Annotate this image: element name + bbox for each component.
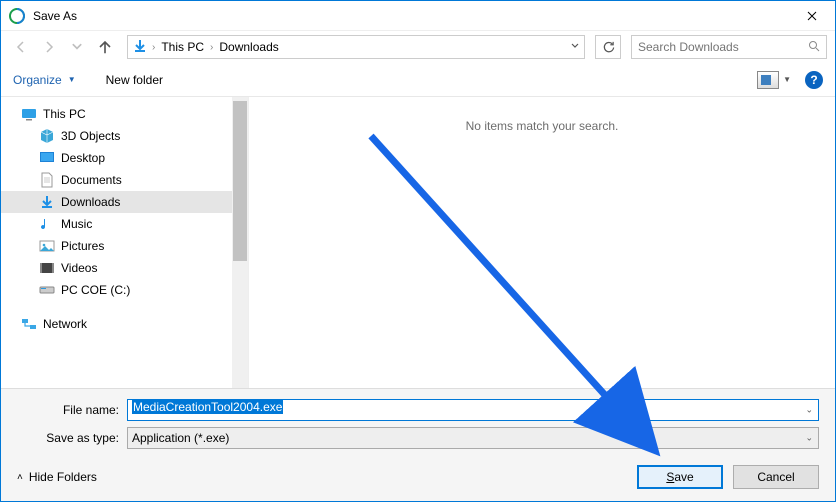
help-button[interactable]: ? xyxy=(805,71,823,89)
empty-message: No items match your search. xyxy=(466,119,619,133)
tree-3d-objects[interactable]: 3D Objects xyxy=(1,125,248,147)
music-icon xyxy=(39,216,55,232)
breadcrumb-current[interactable]: Downloads xyxy=(217,40,280,54)
filename-input[interactable]: MediaCreationTool2004.exe xyxy=(127,399,819,421)
address-dropdown[interactable] xyxy=(570,40,580,54)
organize-label: Organize xyxy=(13,73,62,87)
video-icon xyxy=(39,260,55,276)
address-bar[interactable]: › This PC › Downloads xyxy=(127,35,585,59)
save-button[interactable]: Save xyxy=(637,465,723,489)
window-title: Save As xyxy=(33,9,77,23)
download-icon xyxy=(39,194,55,210)
chevron-up-icon: ˄ xyxy=(17,472,23,483)
save-as-dialog: Save As › This PC › Downloads Organize ▼… xyxy=(0,0,836,502)
view-icon xyxy=(757,71,779,89)
tree-label: 3D Objects xyxy=(61,129,120,143)
up-button[interactable] xyxy=(93,35,117,59)
dropdown-icon[interactable]: ⌄ xyxy=(805,405,813,416)
tree-label: PC COE (C:) xyxy=(61,283,130,297)
back-button[interactable] xyxy=(9,35,33,59)
tree-videos[interactable]: Videos xyxy=(1,257,248,279)
type-value: Application (*.exe) xyxy=(132,431,229,445)
chevron-right-icon: › xyxy=(210,42,213,53)
tree-network[interactable]: Network xyxy=(1,313,248,335)
type-label: Save as type: xyxy=(17,431,127,445)
dropdown-icon: ▼ xyxy=(68,75,76,84)
tree-music[interactable]: Music xyxy=(1,213,248,235)
tree-label: Downloads xyxy=(61,195,120,209)
forward-button[interactable] xyxy=(37,35,61,59)
tree-label: Desktop xyxy=(61,151,105,165)
tree-label: Music xyxy=(61,217,92,231)
footer: File name: MediaCreationTool2004.exe ⌄ S… xyxy=(1,388,835,501)
recent-dropdown[interactable] xyxy=(65,35,89,59)
document-icon xyxy=(39,172,55,188)
drive-icon xyxy=(39,282,55,298)
nav-tree: This PC 3D Objects Desktop Documents Dow… xyxy=(1,97,249,388)
body: This PC 3D Objects Desktop Documents Dow… xyxy=(1,97,835,388)
close-button[interactable] xyxy=(789,1,835,31)
tree-documents[interactable]: Documents xyxy=(1,169,248,191)
new-folder-button[interactable]: New folder xyxy=(106,73,163,87)
titlebar: Save As xyxy=(1,1,835,31)
tree-drive-c[interactable]: PC COE (C:) xyxy=(1,279,248,301)
cube-icon xyxy=(39,128,55,144)
picture-icon xyxy=(39,238,55,254)
toolbar: Organize ▼ New folder ▼ ? xyxy=(1,63,835,97)
view-menu[interactable]: ▼ xyxy=(757,71,791,89)
app-icon xyxy=(9,8,25,24)
hide-folders-toggle[interactable]: ˄ Hide Folders xyxy=(17,470,97,484)
refresh-button[interactable] xyxy=(595,35,621,59)
tree-label: This PC xyxy=(43,107,86,121)
breadcrumb-root[interactable]: This PC xyxy=(159,40,206,54)
filename-value: MediaCreationTool2004.exe xyxy=(132,400,283,414)
filename-label: File name: xyxy=(17,403,127,417)
search-input[interactable] xyxy=(638,40,808,54)
tree-label: Network xyxy=(43,317,87,331)
tree-desktop[interactable]: Desktop xyxy=(1,147,248,169)
search-icon xyxy=(808,40,820,55)
desktop-icon xyxy=(39,150,55,166)
tree-label: Documents xyxy=(61,173,122,187)
downloads-icon xyxy=(132,38,148,57)
dropdown-icon[interactable]: ⌄ xyxy=(805,433,813,444)
tree-pictures[interactable]: Pictures xyxy=(1,235,248,257)
dropdown-icon: ▼ xyxy=(783,75,791,84)
tree-label: Videos xyxy=(61,261,97,275)
cancel-button[interactable]: Cancel xyxy=(733,465,819,489)
nav-row: › This PC › Downloads xyxy=(1,31,835,63)
type-select[interactable]: Application (*.exe) xyxy=(127,427,819,449)
scroll-thumb[interactable] xyxy=(233,101,247,261)
pc-icon xyxy=(21,106,37,122)
chevron-right-icon: › xyxy=(152,42,155,53)
tree-downloads[interactable]: Downloads xyxy=(1,191,248,213)
file-list: No items match your search. xyxy=(249,97,835,388)
tree-scrollbar[interactable] xyxy=(232,97,248,388)
network-icon xyxy=(21,316,37,332)
save-suffix: ave xyxy=(674,470,693,484)
tree-label: Pictures xyxy=(61,239,104,253)
search-box[interactable] xyxy=(631,35,827,59)
organize-menu[interactable]: Organize ▼ xyxy=(13,73,76,87)
hide-folders-label: Hide Folders xyxy=(29,470,97,484)
tree-this-pc[interactable]: This PC xyxy=(1,103,248,125)
